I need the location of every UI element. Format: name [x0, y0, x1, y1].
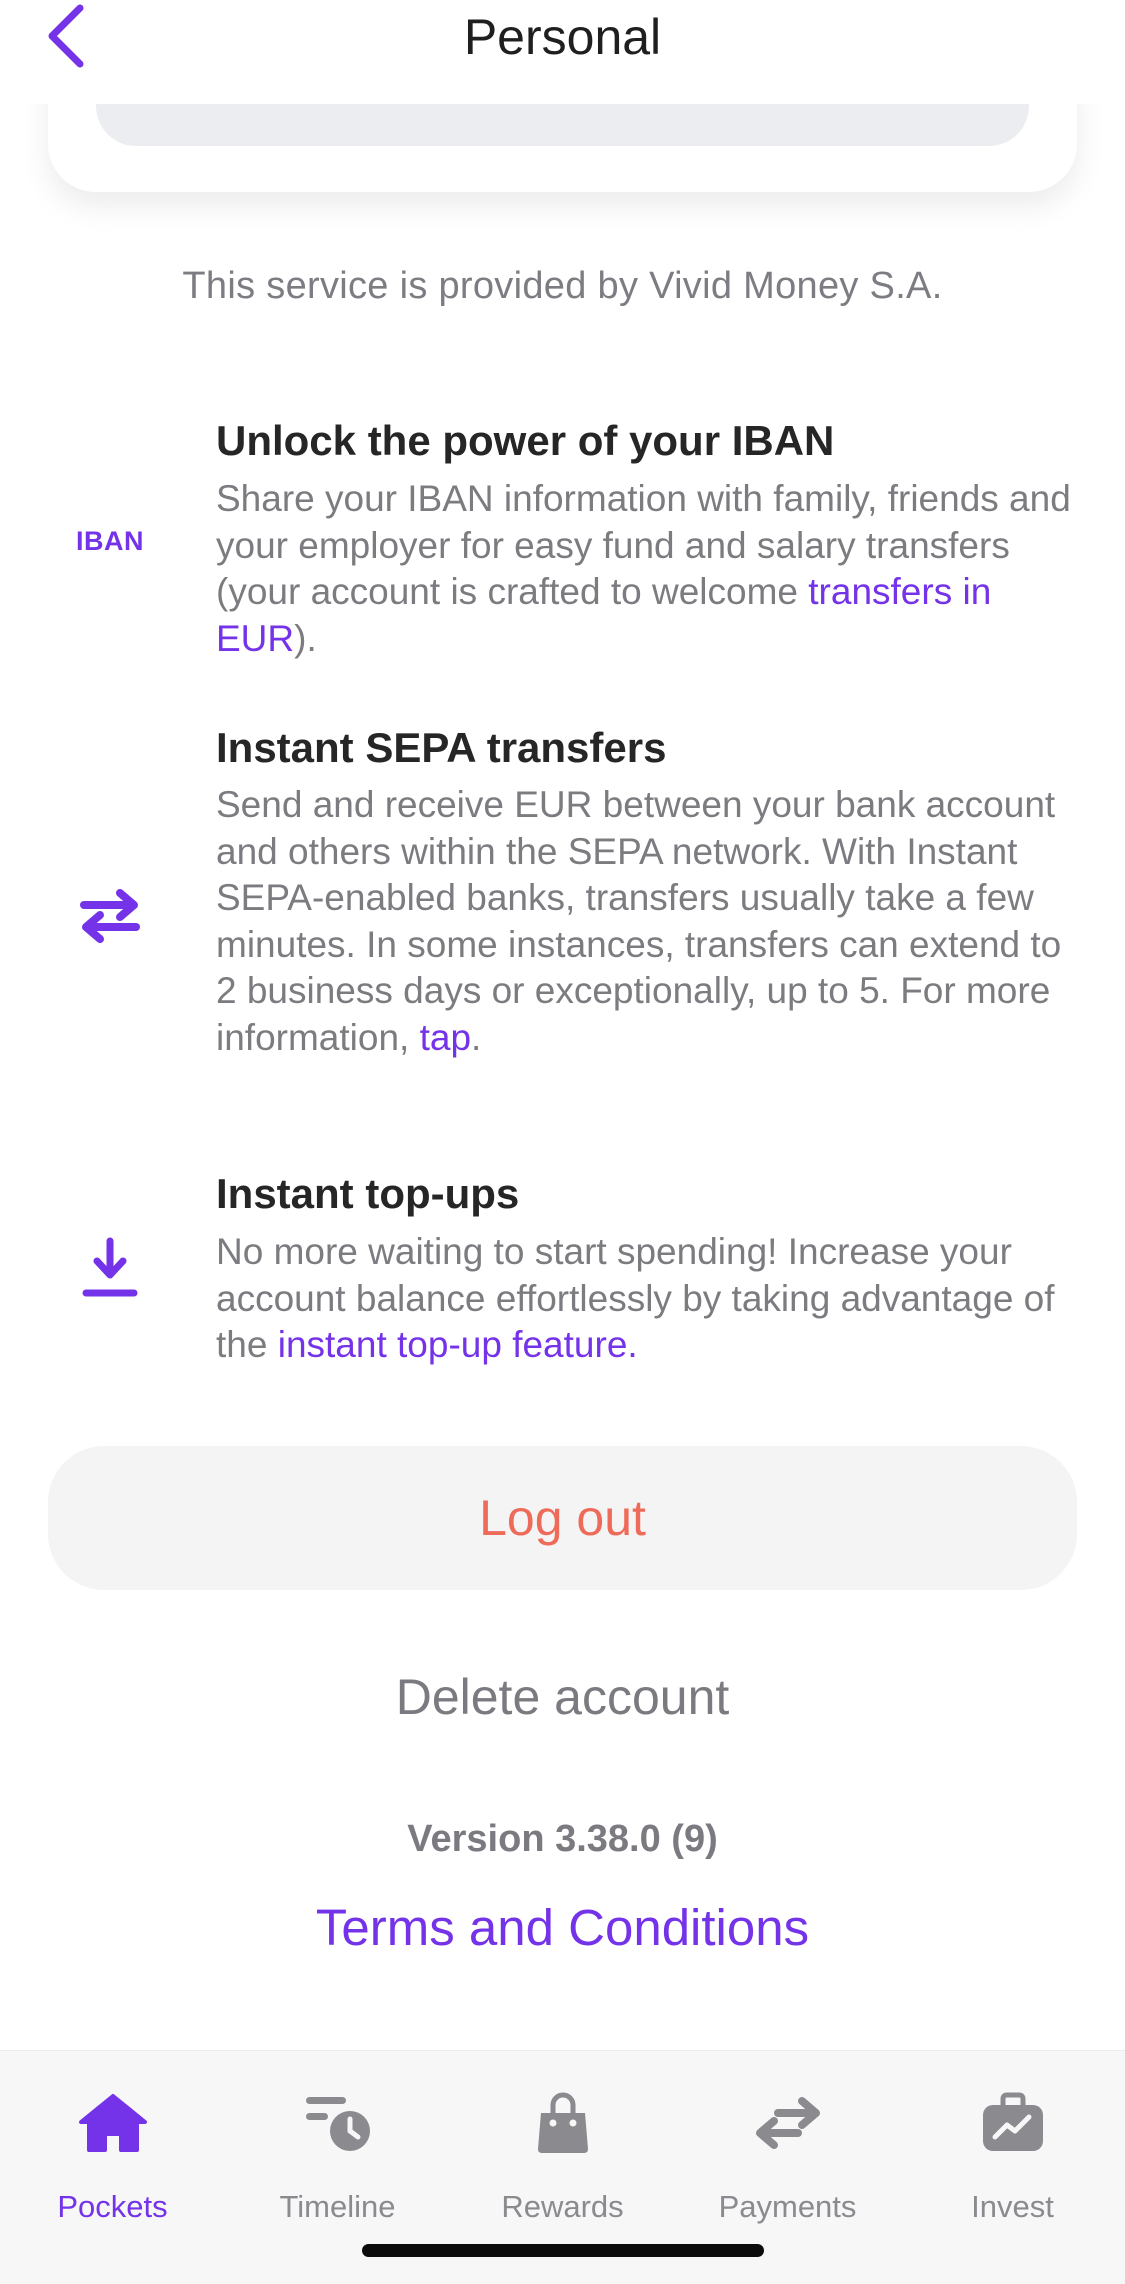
terms-link[interactable]: Terms and Conditions — [0, 1898, 1125, 1957]
timeline-icon — [225, 2083, 450, 2163]
home-icon — [0, 2083, 225, 2163]
tap-link[interactable]: tap — [420, 1017, 471, 1058]
feature-description: Share your IBAN information with family,… — [216, 478, 1071, 659]
feature-description: No more waiting to start spending! Incre… — [216, 1231, 1055, 1366]
shopping-bag-icon — [450, 2083, 675, 2163]
transfer-arrows-icon — [62, 880, 158, 950]
card-inner-row — [96, 100, 1029, 146]
download-icon — [62, 1232, 158, 1304]
tab-pockets[interactable]: Pockets — [0, 2071, 225, 2241]
top-bar: Personal — [0, 0, 1125, 104]
iban-icon: IBAN — [76, 525, 144, 556]
tab-invest[interactable]: Invest — [900, 2071, 1125, 2241]
tab-label: Rewards — [501, 2189, 624, 2224]
tab-label: Invest — [971, 2189, 1054, 2224]
delete-account-button[interactable]: Delete account — [0, 1668, 1125, 1726]
transfer-arrows-icon — [675, 2083, 900, 2163]
feature-title: Instant SEPA transfers — [216, 724, 667, 771]
feature-title: Unlock the power of your IBAN — [216, 417, 835, 464]
tab-payments[interactable]: Payments — [675, 2071, 900, 2241]
feature-description: Send and receive EUR between your bank a… — [216, 784, 1062, 1058]
screen: Personal This service is provided by Viv… — [0, 0, 1125, 2284]
briefcase-chart-icon — [900, 2083, 1125, 2163]
home-indicator — [362, 2244, 764, 2257]
provider-note: This service is provided by Vivid Money … — [182, 265, 943, 307]
logout-button[interactable]: Log out — [48, 1446, 1077, 1590]
tab-label: Pockets — [57, 2189, 168, 2224]
page-title: Personal — [463, 9, 662, 65]
tab-label: Payments — [718, 2189, 857, 2224]
feature-title: Instant top-ups — [216, 1170, 520, 1217]
tab-rewards[interactable]: Rewards — [450, 2071, 675, 2241]
tab-label: Timeline — [279, 2189, 396, 2224]
tab-timeline[interactable]: Timeline — [225, 2071, 450, 2241]
instant-topup-link[interactable]: instant top-up feature. — [278, 1324, 638, 1365]
version-label: Version 3.38.0 (9) — [407, 1818, 718, 1860]
